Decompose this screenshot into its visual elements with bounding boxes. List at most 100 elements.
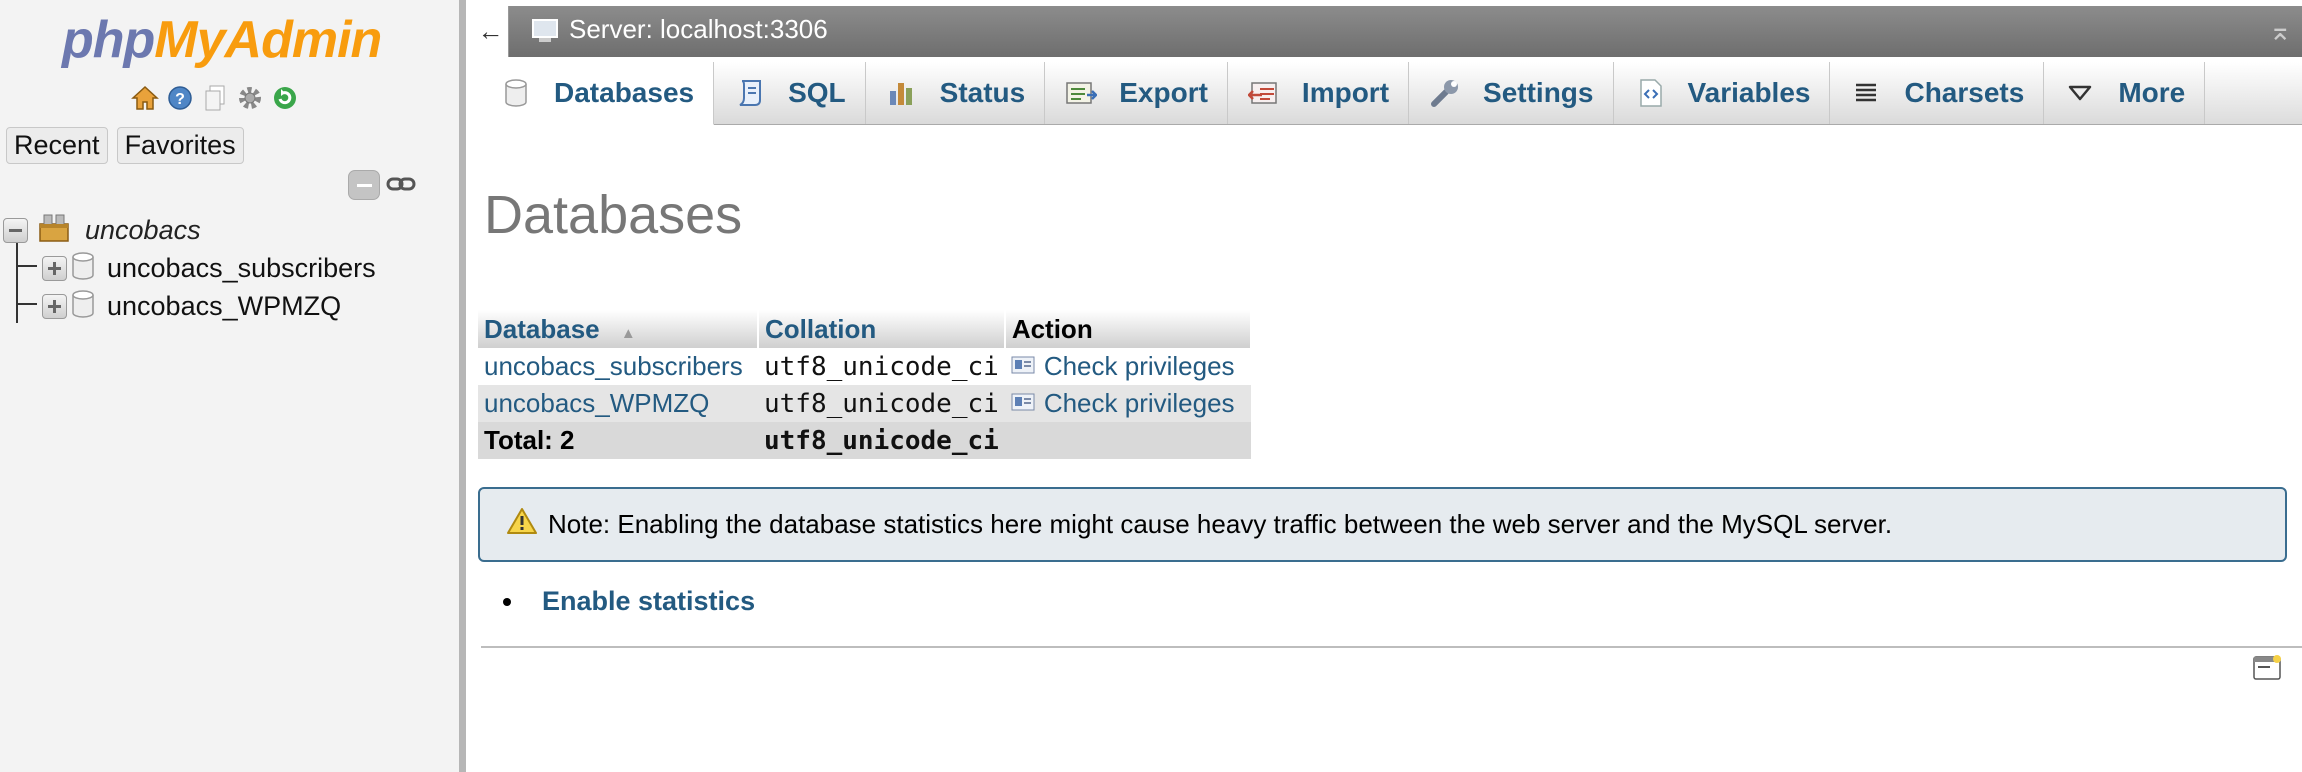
check-privileges-label: Check privileges (1043, 388, 1235, 418)
database-icon (500, 77, 532, 109)
collation-cell: utf8_unicode_ci (758, 385, 1005, 422)
tab-import[interactable]: Import (1227, 62, 1410, 124)
database-group-icon (36, 212, 72, 249)
scroll-to-top-icon[interactable]: ⌅ (2269, 14, 2292, 47)
favorites-button[interactable]: Favorites (116, 127, 244, 164)
table-row: uncobacs_subscribers utf8_unicode_ci Che… (478, 348, 1251, 385)
status-icon (886, 77, 918, 109)
console-icon[interactable] (2252, 653, 2282, 688)
reload-icon[interactable] (270, 83, 300, 113)
tab-label: SQL (788, 77, 846, 108)
page-title: Databases (484, 185, 743, 245)
total-collation: utf8_unicode_ci (758, 422, 1005, 459)
back-arrow-button[interactable]: ← (473, 6, 509, 57)
nav-tabs: Recent Favorites (6, 127, 244, 164)
statistics-note: Note: Enabling the database statistics h… (478, 487, 2287, 562)
collation-cell: utf8_unicode_ci (758, 348, 1005, 385)
svg-text:?: ? (175, 91, 185, 108)
database-icon (71, 252, 95, 285)
tab-sql[interactable]: SQL (714, 62, 866, 124)
tree-node-database[interactable]: uncobacs_subscribers (42, 252, 376, 285)
info-icon[interactable]: ? (165, 83, 195, 113)
expand-node-icon[interactable] (42, 256, 67, 281)
tree-node-database[interactable]: uncobacs_WPMZQ (42, 290, 341, 323)
table-total-row: Total: 2 utf8_unicode_ci (478, 422, 1251, 459)
variables-icon (1634, 77, 1666, 109)
tab-label: Variables (1687, 77, 1811, 108)
tab-export[interactable]: Export (1045, 62, 1228, 124)
table-header-row: Database ▲ Collation Action (478, 310, 1252, 348)
statistics-list: Enable statistics (526, 586, 755, 617)
tree-line (16, 237, 18, 323)
tab-label: More (2118, 77, 2186, 108)
check-privileges-label: Check privileges (1043, 351, 1235, 381)
tree-node-uncobacs[interactable]: uncobacs (3, 212, 201, 249)
collapse-all-button[interactable] (348, 170, 380, 200)
database-cell: uncobacs_subscribers (478, 348, 758, 385)
server-breadcrumb-bar: ← Server: localhost:3306 ⌅ (473, 6, 2302, 57)
home-icon[interactable] (130, 83, 160, 113)
header-label: Database (484, 313, 600, 344)
recent-button[interactable]: Recent (6, 127, 108, 164)
logo-myadmin-text: MyAdmin (154, 11, 382, 69)
export-icon (1065, 77, 1098, 109)
column-header-action: Action (1004, 310, 1252, 348)
tree-branch (17, 265, 37, 267)
expand-node-icon[interactable] (42, 294, 67, 319)
tab-databases[interactable]: Databases (480, 62, 715, 125)
divider (481, 646, 2302, 648)
server-icon (531, 18, 561, 49)
tab-charsets[interactable]: Charsets (1830, 62, 2045, 124)
tab-label: Settings (1483, 77, 1594, 108)
tab-more[interactable]: More (2044, 62, 2206, 124)
sql-icon (734, 77, 766, 109)
note-text: Note: Enabling the database statistics h… (548, 509, 1893, 539)
action-cell: Check privileges (1004, 385, 1251, 422)
tab-variables[interactable]: Variables (1613, 62, 1831, 124)
nav-icon-bar: ? (130, 83, 300, 113)
column-header-database[interactable]: Database ▲ (478, 310, 759, 348)
tab-settings[interactable]: Settings (1409, 62, 1614, 124)
column-header-collation[interactable]: Collation (758, 310, 1006, 348)
collapse-node-icon[interactable] (3, 218, 28, 243)
tab-status[interactable]: Status (865, 62, 1046, 124)
tree-group-label[interactable]: uncobacs (85, 215, 201, 246)
logo-php-text: php (62, 11, 155, 69)
phpmyadmin-logo[interactable]: phpMyAdmin (62, 10, 382, 70)
database-icon (71, 290, 95, 323)
sort-ascending-icon: ▲ (620, 324, 636, 342)
list-item: Enable statistics (526, 586, 755, 617)
warning-icon (506, 507, 538, 542)
settings-icon[interactable] (235, 83, 265, 113)
check-privileges-link[interactable]: Check privileges (1011, 351, 1245, 382)
total-label: Total: 2 (478, 422, 758, 459)
database-link[interactable]: uncobacs_WPMZQ (484, 388, 709, 418)
tree-database-label[interactable]: uncobacs_WPMZQ (107, 291, 341, 322)
table-row: uncobacs_WPMZQ utf8_unicode_ci Check pri… (478, 385, 1251, 422)
server-breadcrumb[interactable]: Server: localhost:3306 (569, 14, 828, 45)
import-icon (1247, 77, 1280, 109)
tree-database-label[interactable]: uncobacs_subscribers (107, 253, 376, 284)
database-cell: uncobacs_WPMZQ (478, 385, 758, 422)
link-with-main-icon[interactable] (386, 174, 416, 199)
action-cell: Check privileges (1004, 348, 1251, 385)
tab-label: Export (1119, 77, 1208, 108)
privileges-icon (1011, 351, 1035, 382)
database-link[interactable]: uncobacs_subscribers (484, 351, 743, 381)
enable-statistics-link[interactable]: Enable statistics (542, 586, 755, 616)
top-menu-tabs: Databases SQL Status Export Import Setti… (480, 62, 2302, 125)
total-action-cell (1004, 422, 1251, 459)
tab-label: Import (1301, 77, 1390, 108)
charsets-icon (1850, 77, 1882, 109)
tab-label: Status (939, 77, 1026, 108)
docs-icon[interactable] (200, 83, 230, 113)
tab-label: Databases (554, 77, 695, 108)
tab-label: Charsets (1904, 77, 2025, 108)
databases-table: Database ▲ Collation Action uncobacs_sub… (478, 310, 1252, 459)
check-privileges-link[interactable]: Check privileges (1011, 388, 1245, 419)
privileges-icon (1011, 388, 1035, 419)
triangle-down-icon (2064, 77, 2096, 109)
tree-branch (17, 303, 37, 305)
wrench-icon (1429, 77, 1461, 109)
navigation-panel: phpMyAdmin ? Recent Favorites uncobacs u… (0, 0, 466, 772)
